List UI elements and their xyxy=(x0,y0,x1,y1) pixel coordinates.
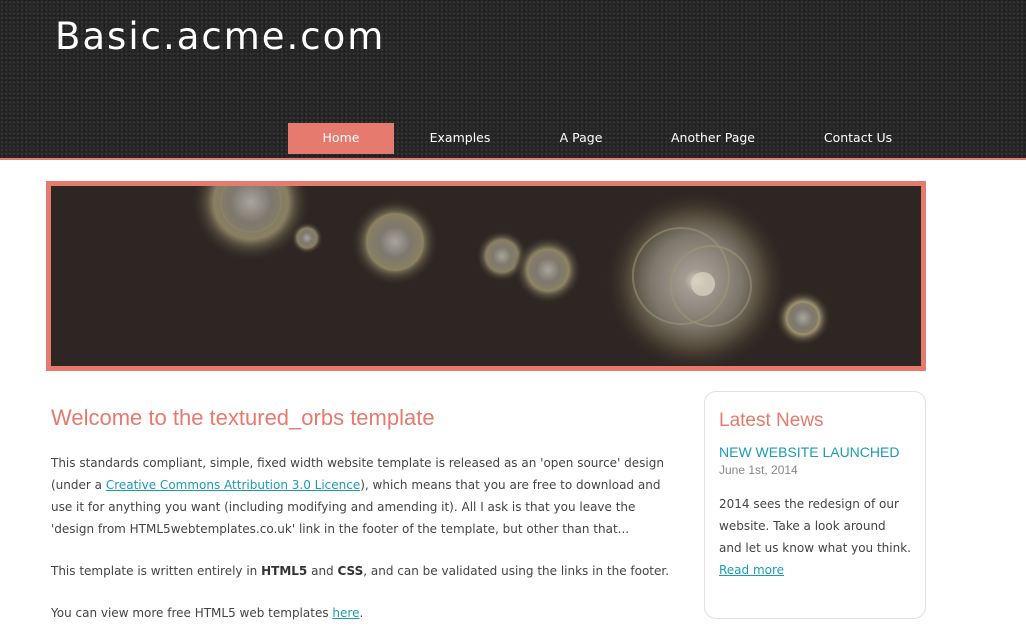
banner-frame xyxy=(46,181,926,371)
more-text-1: You can view more free HTML5 web templat… xyxy=(51,606,333,620)
html5-paragraph: This template is written entirely in HTM… xyxy=(51,560,681,582)
menu-item-another-page[interactable]: Another Page xyxy=(663,123,763,154)
menu-item-contact-us[interactable]: Contact Us xyxy=(815,123,901,154)
menu-item-a-page[interactable]: A Page xyxy=(550,123,612,154)
html5-bold: HTML5 xyxy=(261,564,308,578)
sidebar-title: Latest News xyxy=(719,410,824,431)
more-templates-paragraph: You can view more free HTML5 web templat… xyxy=(51,602,681,624)
orbs-banner-image xyxy=(51,186,921,366)
licence-link[interactable]: Creative Commons Attribution 3.0 Licence xyxy=(106,478,360,492)
html5-text-3: , and can be validated using the links i… xyxy=(363,564,670,578)
css-bold: CSS xyxy=(337,564,364,578)
latest-news-sidebar: Latest News NEW WEBSITE LAUNCHED June 1s… xyxy=(704,391,926,619)
news-body: 2014 sees the redesign of our website. T… xyxy=(719,497,911,555)
more-text-2: . xyxy=(359,606,364,620)
intro-paragraph: This standards compliant, simple, fixed … xyxy=(51,452,681,540)
html5-text-1: This template is written entirely in xyxy=(51,564,262,578)
more-templates-link[interactable]: here xyxy=(332,606,359,620)
header-divider xyxy=(0,158,1026,160)
page-title: Welcome to the textured_orbs template xyxy=(51,405,435,430)
html5-text-2: and xyxy=(307,564,338,578)
menu-item-home[interactable]: Home xyxy=(288,123,394,154)
site-header: Basic.acme.com Home Examples A Page Anot… xyxy=(0,0,1026,158)
news-title: NEW WEBSITE LAUNCHED xyxy=(719,444,900,460)
menu-item-examples[interactable]: Examples xyxy=(420,123,500,154)
main-content: Welcome to the textured_orbs template Th… xyxy=(51,405,681,633)
site-logo[interactable]: Basic.acme.com xyxy=(55,15,385,58)
news-date: June 1st, 2014 xyxy=(719,463,798,477)
read-more-link[interactable]: Read more xyxy=(719,563,784,577)
